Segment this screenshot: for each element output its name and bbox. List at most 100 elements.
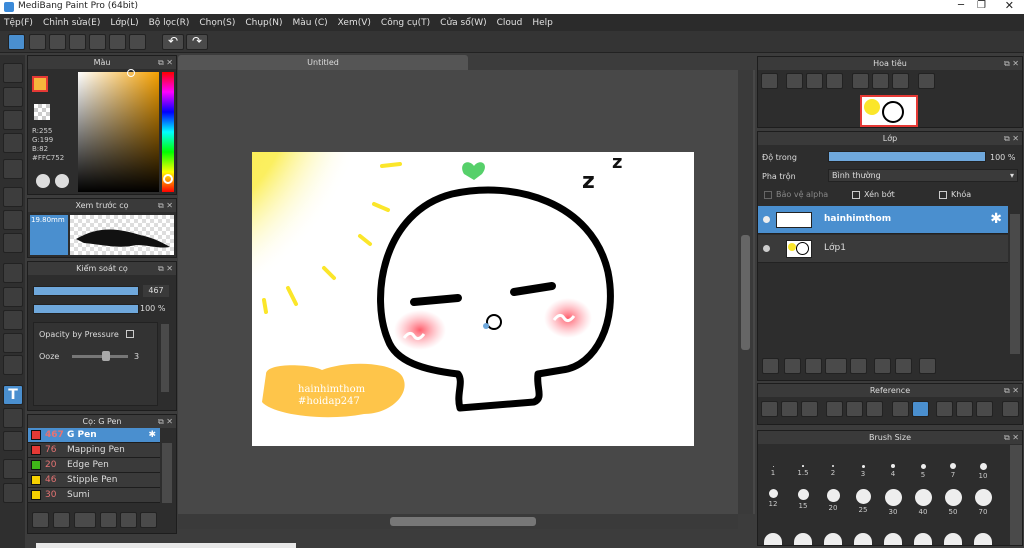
brush-size-option[interactable]: 70 (968, 489, 998, 516)
ref-flip-icon[interactable] (1002, 401, 1019, 417)
eye-icon[interactable] (763, 216, 770, 223)
hand-icon[interactable] (3, 483, 23, 503)
panel-pin-icon[interactable]: ⧉ ✕ (1004, 57, 1019, 70)
gear-icon[interactable]: ✱ (990, 211, 1002, 227)
message-icon[interactable] (69, 34, 86, 50)
menu-select[interactable]: Chọn(S) (199, 18, 235, 28)
brush-options-scrollbar[interactable] (161, 324, 169, 392)
brush-size-option[interactable]: 7 (938, 461, 968, 479)
brush-menu-icon[interactable] (74, 512, 96, 528)
menu-filter[interactable]: Bộ lọc(R) (149, 18, 190, 28)
panel-pin-icon[interactable]: ⧉ ✕ (1004, 132, 1019, 145)
fill-rect-icon[interactable] (3, 187, 23, 207)
panel-pin-icon[interactable]: ⧉ ✕ (1004, 384, 1019, 397)
brush-size-dot[interactable] (944, 533, 962, 545)
brush-size-option[interactable]: 1.5 (788, 461, 818, 477)
rectangle-icon[interactable] (3, 110, 23, 130)
menu-layer[interactable]: Lớp(L) (110, 18, 138, 28)
brush-size-dot[interactable] (884, 533, 902, 545)
bucket-icon[interactable] (3, 210, 23, 230)
ref-rotate-right-icon[interactable] (976, 401, 993, 417)
menu-file[interactable]: Tệp(F) (4, 18, 33, 28)
menu-cloud[interactable]: Cloud (497, 18, 523, 28)
panel-pin-icon[interactable]: ⧉ ✕ (158, 262, 173, 275)
brush-size-option[interactable]: 4 (878, 461, 908, 478)
brush-size-option[interactable]: 20 (818, 489, 848, 512)
undo-icon[interactable]: ↶ (162, 34, 184, 50)
brush-size-dot[interactable] (854, 533, 872, 545)
layer-row-selected[interactable]: hainhimthom ✱ (758, 206, 1008, 234)
panel-pin-icon[interactable]: ⧉ ✕ (158, 199, 173, 212)
brush-add-icon[interactable] (53, 512, 70, 528)
ooze-slider-handle[interactable] (101, 351, 110, 361)
protect-alpha-checkbox[interactable] (764, 191, 772, 199)
brush-size-option[interactable]: 1 (758, 461, 788, 477)
hue-handle[interactable] (163, 174, 173, 184)
list-icon[interactable] (109, 34, 126, 50)
brush-size-option[interactable]: 40 (908, 489, 938, 516)
brush-size-option[interactable]: 15 (788, 489, 818, 510)
layer-opacity-slider[interactable] (828, 151, 986, 162)
redo-icon[interactable]: ↷ (186, 34, 208, 50)
eyedropper-icon[interactable] (3, 431, 23, 451)
ref-rotate-left-icon[interactable] (936, 401, 953, 417)
comment-icon[interactable] (49, 34, 66, 50)
brush-size-option[interactable]: 25 (848, 489, 878, 514)
trash-icon[interactable] (919, 358, 936, 374)
brush-folder-icon[interactable] (120, 512, 137, 528)
gear-icon[interactable]: ✱ (148, 430, 156, 440)
brush-size-option[interactable]: 30 (878, 489, 908, 516)
panel-pin-icon[interactable]: ⧉ ✕ (158, 56, 173, 69)
picker-cursor[interactable] (127, 69, 135, 77)
brush-size-option[interactable]: 3 (848, 461, 878, 478)
menu-tools[interactable]: Công cụ(T) (381, 18, 430, 28)
ref-zoom-out-icon[interactable] (866, 401, 883, 417)
layer-scrollbar[interactable] (1010, 214, 1020, 354)
saturation-picker[interactable] (78, 72, 159, 192)
duplicate-icon[interactable] (874, 358, 891, 374)
brush-cloud-icon[interactable] (32, 512, 49, 528)
move-icon[interactable] (3, 159, 23, 179)
close-icon[interactable]: ✕ (1005, 0, 1014, 12)
select-pen-icon[interactable] (3, 333, 23, 353)
add-layer-menu-icon[interactable] (825, 358, 847, 374)
lasso-icon[interactable] (3, 287, 23, 307)
zoom-icon[interactable] (761, 73, 778, 89)
layer-row[interactable]: Lớp1 (758, 235, 1008, 263)
panel-pin-icon[interactable]: ⧉ ✕ (1004, 431, 1019, 444)
pen-icon[interactable] (3, 133, 23, 153)
reset-icon[interactable] (872, 73, 889, 89)
size-value[interactable]: 467 (143, 285, 169, 297)
brush-list-item[interactable]: 30 Sumi (28, 488, 160, 503)
brush-size-option[interactable]: 2 (818, 461, 848, 477)
eraser-icon[interactable] (3, 87, 23, 107)
operation-icon[interactable] (3, 408, 23, 428)
navigator-thumbnail[interactable] (860, 95, 918, 127)
new-8bit-layer-icon[interactable] (805, 358, 822, 374)
rotate-right-icon[interactable] (892, 73, 909, 89)
select-eraser-icon[interactable] (3, 355, 23, 375)
magic-wand-icon[interactable] (3, 310, 23, 330)
brush-list-item[interactable]: 467 G Pen ✱ (28, 428, 160, 443)
ref-close-icon[interactable] (801, 401, 818, 417)
brush-size-dot[interactable] (824, 533, 842, 545)
vertical-scrollbar[interactable] (738, 70, 753, 514)
brush-copy-icon[interactable] (140, 512, 157, 528)
brush-list-item[interactable]: 76 Mapping Pen (28, 443, 160, 458)
cloud-icon[interactable] (8, 34, 25, 50)
brush-list-scrollbar[interactable] (162, 443, 172, 503)
menu-window[interactable]: Cửa sổ(W) (440, 18, 486, 28)
new-layer-icon[interactable] (762, 358, 779, 374)
size-slider-track[interactable] (33, 286, 139, 296)
zoom-in-icon[interactable] (786, 73, 803, 89)
panel-pin-icon[interactable]: ⧉ ✕ (158, 415, 173, 428)
ref-eyedropper-icon[interactable] (892, 401, 909, 417)
transparent-swatch[interactable] (34, 104, 50, 120)
zoom-out-icon[interactable] (826, 73, 843, 89)
brush-size-option[interactable]: 12 (758, 489, 788, 508)
share-icon[interactable] (29, 34, 46, 50)
lock-checkbox[interactable] (939, 191, 947, 199)
brush-list-item[interactable]: 20 Edge Pen (28, 458, 160, 473)
menu-edit[interactable]: Chỉnh sửa(E) (43, 18, 100, 28)
gradient-icon[interactable] (3, 233, 23, 253)
